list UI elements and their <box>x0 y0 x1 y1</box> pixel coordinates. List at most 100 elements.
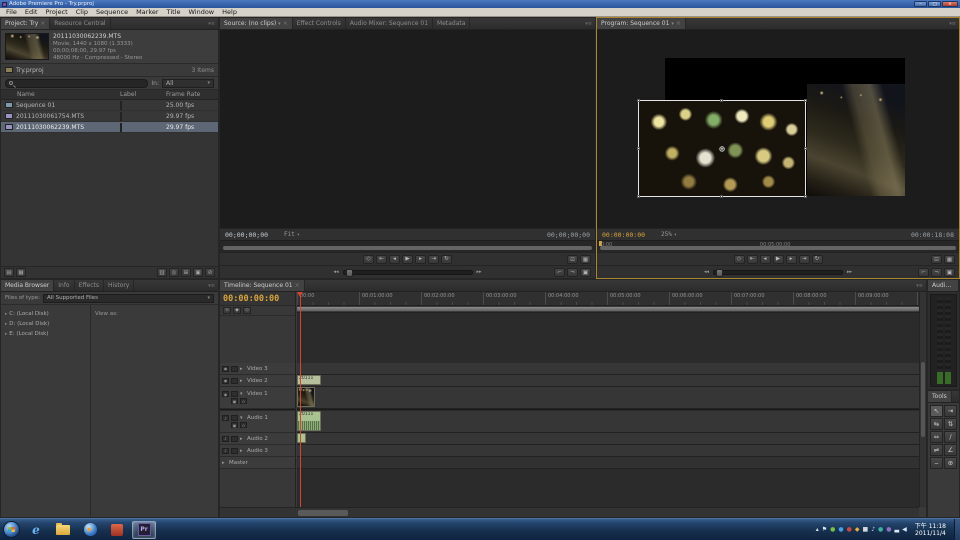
taskbar-internet-explorer-button[interactable]: e <box>24 521 48 539</box>
extract-button[interactable]: ¬ <box>931 268 942 277</box>
export-frame-button[interactable]: ▣ <box>580 268 591 277</box>
set-display-style-button[interactable]: ▣ <box>231 398 238 404</box>
menu-item[interactable]: Window <box>184 8 218 16</box>
track-lane-audio-2[interactable] <box>297 433 919 445</box>
menu-item[interactable]: Project <box>41 8 71 16</box>
expand-track-icon[interactable]: ▸ <box>240 436 245 442</box>
timeline-clip-audio[interactable] <box>297 433 306 443</box>
hand-tool[interactable]: ⌣ <box>930 457 943 469</box>
tab-resource-central[interactable]: Resource Central <box>50 18 110 29</box>
taskbar-app-button[interactable] <box>105 521 129 539</box>
tray-teal-icon[interactable]: ● <box>878 527 883 533</box>
menu-item[interactable]: Title <box>163 8 185 16</box>
shuttle-knob[interactable] <box>716 269 723 277</box>
project-row-sequence[interactable]: Sequence 01 25.00 fps <box>1 100 218 111</box>
toggle-track-mute-icon[interactable]: ♪ <box>222 448 229 454</box>
track-select-tool[interactable]: ⇥ <box>944 405 957 417</box>
set-unnumbered-marker-button[interactable]: ◇ <box>243 307 251 314</box>
preview-thumbnail[interactable] <box>5 33 49 60</box>
source-scrub-bar[interactable] <box>220 240 595 252</box>
program-current-timecode[interactable]: 00:00:00:00 <box>602 231 645 239</box>
add-marker-button[interactable]: ◇ <box>363 255 374 264</box>
maximize-button[interactable]: □ <box>928 1 941 7</box>
jog-left-icon[interactable]: ◂◂ <box>333 269 338 275</box>
minimize-button[interactable]: – <box>914 1 927 7</box>
go-to-in-button[interactable]: ⇤ <box>376 255 387 264</box>
expand-track-icon[interactable]: ▸ <box>222 460 227 466</box>
loop-button[interactable]: ↻ <box>441 255 452 264</box>
taskbar-explorer-button[interactable] <box>51 521 75 539</box>
play-button[interactable]: ▶ <box>402 255 413 264</box>
new-item-button[interactable]: ▣ <box>193 268 203 277</box>
track-lock-icon[interactable] <box>231 366 238 372</box>
rolling-edit-tool[interactable]: ⇅ <box>944 418 957 430</box>
program-view-area-bar[interactable] <box>600 246 956 250</box>
chevron-right-icon[interactable]: ▸ <box>5 312 7 317</box>
menu-item[interactable]: Edit <box>21 8 42 16</box>
menu-item[interactable]: Clip <box>72 8 92 16</box>
chevron-right-icon[interactable]: ▸ <box>5 332 7 337</box>
column-name[interactable]: Name <box>1 91 120 98</box>
zoom-tool[interactable]: ⊕ <box>944 457 957 469</box>
play-button[interactable]: ▶ <box>773 255 784 264</box>
export-frame-button[interactable]: ▣ <box>944 268 955 277</box>
add-marker-button[interactable]: ◇ <box>734 255 745 264</box>
close-tab-icon[interactable]: × <box>283 20 288 27</box>
find-button[interactable]: ◎ <box>169 268 179 277</box>
track-lane-video-3[interactable] <box>297 363 919 375</box>
tab-project[interactable]: Project: Try × <box>1 18 50 29</box>
step-back-button[interactable]: ◂ <box>389 255 400 264</box>
program-scrub-bar[interactable]: 0:00 00:05:00:00 <box>597 240 959 252</box>
monitor-tab[interactable]: Effect Controls <box>293 18 346 29</box>
show-desktop-button[interactable] <box>954 519 960 540</box>
menu-item[interactable]: Sequence <box>92 8 132 16</box>
expand-track-icon[interactable]: ▸ <box>240 448 245 454</box>
project-row-clip[interactable]: 20111030061754.MTS 29.97 fps <box>1 111 218 122</box>
toggle-track-output-icon[interactable]: ◉ <box>222 391 229 397</box>
new-bin-button[interactable]: ⊞ <box>181 268 191 277</box>
files-of-type-dropdown[interactable]: All Supported Files ▾ <box>43 294 214 303</box>
volume-icon[interactable]: ◀ <box>902 527 907 533</box>
selection-handle[interactable] <box>637 99 640 102</box>
safe-margins-button[interactable]: ⊡ <box>931 255 942 264</box>
shuttle-slider[interactable] <box>343 270 473 275</box>
step-forward-button[interactable]: ▸ <box>415 255 426 264</box>
selection-handle[interactable] <box>804 147 807 150</box>
selection-handle[interactable] <box>804 195 807 198</box>
panel-menu-icon[interactable]: ▾≡ <box>946 18 959 29</box>
selected-video-layer-bokeh[interactable]: ⊕ <box>638 100 806 197</box>
monitor-tab[interactable]: Metadata <box>433 18 470 29</box>
program-zoom-dropdown[interactable]: 25% ▾ <box>661 231 677 238</box>
show-keyframes-button[interactable]: ◇ <box>240 422 247 428</box>
expand-track-icon[interactable]: ▸ <box>240 366 245 372</box>
toggle-track-mute-icon[interactable]: ♪ <box>222 415 229 421</box>
panel-tab[interactable]: Info <box>54 280 74 291</box>
pen-tool[interactable]: ∠ <box>944 444 957 456</box>
track-lane-video-2[interactable]: 20111 <box>297 375 919 387</box>
network-icon[interactable]: ▃ <box>895 527 900 533</box>
jog-right-icon[interactable]: ▸▸ <box>477 269 482 275</box>
tab-source[interactable]: Source: (no clips) ▾ × <box>220 18 293 29</box>
icon-view-button[interactable]: ▦ <box>16 268 26 277</box>
shuttle-knob[interactable] <box>346 269 353 277</box>
track-lane-audio-1[interactable]: 20111 <box>297 411 919 433</box>
step-back-button[interactable]: ◂ <box>760 255 771 264</box>
panel-menu-icon[interactable]: ▾≡ <box>205 18 218 29</box>
tray-green-icon[interactable]: ● <box>830 527 835 533</box>
source-view-area-bar[interactable] <box>223 246 592 250</box>
label-chip[interactable] <box>120 123 122 132</box>
search-input[interactable] <box>5 79 148 88</box>
horizontal-scrollbar[interactable] <box>220 507 919 517</box>
column-frame-rate[interactable]: Frame Rate <box>166 91 218 98</box>
set-encore-chapter-marker-button[interactable]: ◆ <box>233 307 241 314</box>
output-settings-button[interactable]: ▦ <box>944 255 955 264</box>
tab-audio-master[interactable]: Audio Master <box>928 280 959 291</box>
start-button[interactable] <box>3 521 20 538</box>
video-layer-street[interactable] <box>807 84 905 196</box>
menu-item[interactable]: File <box>2 8 21 16</box>
slip-tool[interactable]: ⇌ <box>930 444 943 456</box>
extract-button[interactable]: ¬ <box>567 268 578 277</box>
safe-margins-button[interactable]: ⊡ <box>567 255 578 264</box>
scrollbar-thumb[interactable] <box>298 510 348 516</box>
show-hidden-icons[interactable]: ▴ <box>816 527 819 533</box>
